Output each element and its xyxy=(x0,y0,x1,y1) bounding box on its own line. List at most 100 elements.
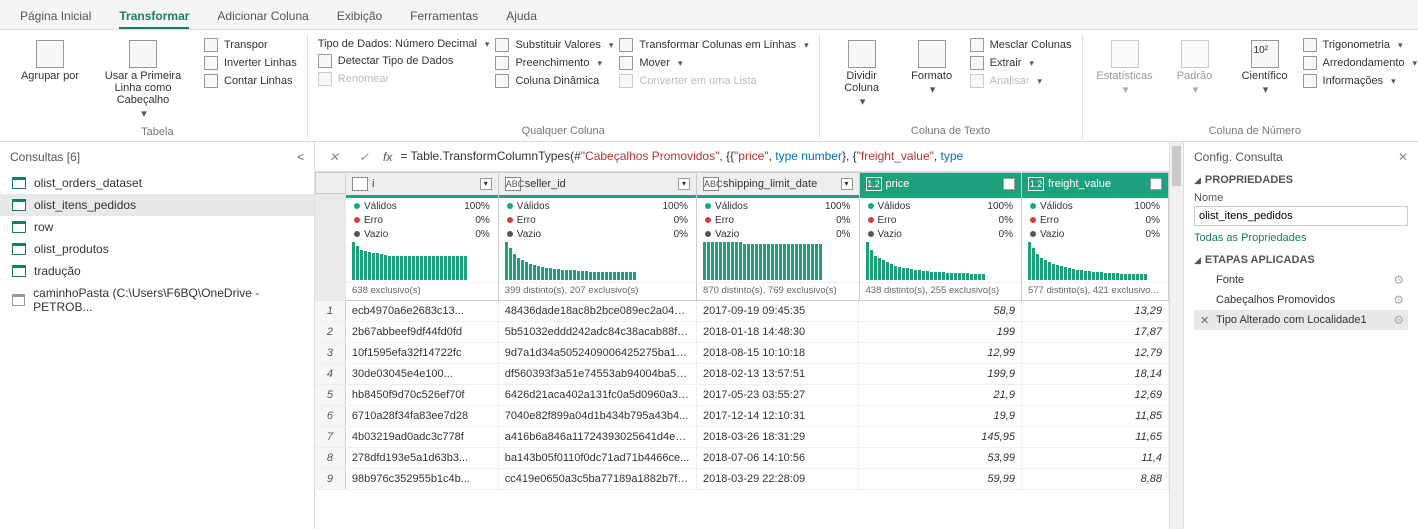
all-properties-link[interactable]: Todas as Propriedades xyxy=(1194,232,1408,244)
cell[interactable]: 4b03219ad0adc3c778f xyxy=(346,427,499,447)
table-row[interactable]: 998b976c352955b1c4b...cc419e0650a3c5ba77… xyxy=(315,469,1169,490)
cell[interactable]: cc419e0650a3c5ba77189a1882b7f5... xyxy=(499,469,697,489)
count-rows-button[interactable]: Contar Linhas xyxy=(204,74,297,88)
query-item[interactable]: olist_orders_dataset xyxy=(0,172,314,194)
cell[interactable]: 145,95 xyxy=(859,427,1022,447)
cell[interactable]: df560393f3a51e74553ab94004ba5c... xyxy=(499,364,697,384)
rounding-button[interactable]: Arredondamento▾ xyxy=(1303,56,1417,70)
merge-columns-button[interactable]: Mesclar Colunas xyxy=(970,38,1072,52)
extract-button[interactable]: Extrair▾ xyxy=(970,56,1072,70)
cancel-formula-icon[interactable]: ✕ xyxy=(323,150,345,164)
tab-transformar[interactable]: Transformar xyxy=(119,6,189,29)
tab-adicionar-coluna[interactable]: Adicionar Coluna xyxy=(217,6,308,29)
cell[interactable]: a416b6a846a11724393025641d4ed... xyxy=(499,427,697,447)
gear-icon[interactable]: ⚙ xyxy=(1393,293,1404,307)
tab-exibição[interactable]: Exibição xyxy=(337,6,382,29)
transpose-button[interactable]: Transpor xyxy=(204,38,297,52)
tab-página-inicial[interactable]: Página Inicial xyxy=(20,6,91,29)
row-number-header[interactable] xyxy=(315,172,346,194)
cell[interactable]: 2017-12-14 12:10:31 xyxy=(697,406,860,426)
filter-icon[interactable]: ▾ xyxy=(1003,178,1015,190)
cell[interactable]: 2018-07-06 14:10:56 xyxy=(697,448,860,468)
cell[interactable]: 11,85 xyxy=(1022,406,1169,426)
unpivot-button[interactable]: Transformar Colunas em Linhas▾ xyxy=(619,38,808,52)
table-row[interactable]: 430de03045e4e100...df560393f3a51e74553ab… xyxy=(315,364,1169,385)
scientific-button[interactable]: 10²Científico▾ xyxy=(1233,36,1297,100)
table-row[interactable]: 74b03219ad0adc3c778fa416b6a846a117243930… xyxy=(315,427,1169,448)
cell[interactable]: ba143b05f0110f0dc71ad71b4466ce... xyxy=(499,448,697,468)
cell[interactable]: 2018-03-29 22:28:09 xyxy=(697,469,860,489)
cell[interactable]: 9d7a1d34a5052409006425275ba1c... xyxy=(499,343,697,363)
cell[interactable]: 199,9 xyxy=(859,364,1022,384)
applied-step[interactable]: ✕Tipo Alterado com Localidade1⚙ xyxy=(1194,310,1408,330)
cell[interactable]: 98b976c352955b1c4b... xyxy=(346,469,499,489)
column-header[interactable]: ABCshipping_limit_date▾ xyxy=(697,173,858,195)
filter-icon[interactable]: ▾ xyxy=(480,178,492,190)
delete-step-icon[interactable]: ✕ xyxy=(1200,314,1209,327)
cell[interactable]: hb8450f9d70c526ef70f xyxy=(346,385,499,405)
table-row[interactable]: 8278dfd193e5a1d63b3...ba143b05f0110f0dc7… xyxy=(315,448,1169,469)
gear-icon[interactable]: ⚙ xyxy=(1393,273,1404,287)
tab-ajuda[interactable]: Ajuda xyxy=(506,6,537,29)
cell[interactable]: 2018-03-26 18:31:29 xyxy=(697,427,860,447)
column-header[interactable]: 1.2freight_value▾ xyxy=(1022,173,1168,195)
query-item[interactable]: olist_itens_pedidos xyxy=(0,194,314,216)
cell[interactable]: 10f1595efa32f14722fc xyxy=(346,343,499,363)
cell[interactable]: 48436dade18ac8b2bce089ec2a0412... xyxy=(499,301,697,321)
filter-icon[interactable]: ▾ xyxy=(678,178,690,190)
format-button[interactable]: Formato▾ xyxy=(900,36,964,100)
table-row[interactable]: 22b67abbeef9df44fd0fd5b51032eddd242adc84… xyxy=(315,322,1169,343)
use-first-row-headers-button[interactable]: Usar a Primeira Linha como Cabeçalho▾ xyxy=(88,36,198,124)
cell[interactable]: 2018-08-15 10:10:18 xyxy=(697,343,860,363)
cell[interactable]: 278dfd193e5a1d63b3... xyxy=(346,448,499,468)
column-header[interactable]: ABCseller_id▾ xyxy=(499,173,696,195)
group-by-button[interactable]: Agrupar por xyxy=(18,36,82,86)
tab-ferramentas[interactable]: Ferramentas xyxy=(410,6,478,29)
query-item[interactable]: tradução xyxy=(0,260,314,282)
cell[interactable]: 5b51032eddd242adc84c38acab88f2... xyxy=(499,322,697,342)
cell[interactable]: 199 xyxy=(859,322,1022,342)
replace-values-button[interactable]: Substituir Valores▾ xyxy=(495,38,613,52)
type-icon[interactable] xyxy=(352,177,368,191)
cell[interactable]: 2017-05-23 03:55:27 xyxy=(697,385,860,405)
cell[interactable]: 11,65 xyxy=(1022,427,1169,447)
type-icon[interactable]: ABC xyxy=(703,177,719,191)
gear-icon[interactable]: ⚙ xyxy=(1393,313,1404,327)
trig-button[interactable]: Trigonometria▾ xyxy=(1303,38,1417,52)
move-button[interactable]: Mover▾ xyxy=(619,56,808,70)
cell[interactable]: 7040e82f899a04d1b434b795a43b4... xyxy=(499,406,697,426)
pivot-column-button[interactable]: Coluna Dinâmica xyxy=(495,74,613,88)
cell[interactable]: 6710a28f34fa83ee7d28 xyxy=(346,406,499,426)
info-button[interactable]: Informações▾ xyxy=(1303,74,1417,88)
confirm-formula-icon[interactable]: ✓ xyxy=(353,150,375,164)
cell[interactable]: 30de03045e4e100... xyxy=(346,364,499,384)
cell[interactable]: 19,9 xyxy=(859,406,1022,426)
cell[interactable]: 17,87 xyxy=(1022,322,1169,342)
column-header[interactable]: i▾ xyxy=(346,173,498,195)
table-row[interactable]: 1ecb4970a6e2683c13...48436dade18ac8b2bce… xyxy=(315,301,1169,322)
detect-type-button[interactable]: Detectar Tipo de Dados xyxy=(318,54,490,68)
reverse-rows-button[interactable]: Inverter Linhas xyxy=(204,56,297,70)
cell[interactable]: 18,14 xyxy=(1022,364,1169,384)
cell[interactable]: 13,29 xyxy=(1022,301,1169,321)
cell[interactable]: 21,9 xyxy=(859,385,1022,405)
fx-icon[interactable]: fx xyxy=(383,150,392,164)
query-name-input[interactable] xyxy=(1194,206,1408,226)
filter-icon[interactable]: ▾ xyxy=(841,178,853,190)
query-item[interactable]: caminhoPasta (C:\Users\F6BQ\OneDrive - P… xyxy=(0,282,314,318)
collapse-queries-icon[interactable]: < xyxy=(297,150,304,164)
table-row[interactable]: 66710a28f34fa83ee7d287040e82f899a04d1b43… xyxy=(315,406,1169,427)
cell[interactable]: 2018-01-18 14:48:30 xyxy=(697,322,860,342)
cell[interactable]: 12,69 xyxy=(1022,385,1169,405)
formula-text[interactable]: = Table.TransformColumnTypes(#"Cabeçalho… xyxy=(400,149,963,164)
cell[interactable]: 12,99 xyxy=(859,343,1022,363)
split-column-button[interactable]: Dividir Coluna▾ xyxy=(830,36,894,112)
cell[interactable]: 12,79 xyxy=(1022,343,1169,363)
data-type-button[interactable]: Tipo de Dados: Número Decimal▾ xyxy=(318,38,490,50)
cell[interactable]: 6426d21aca402a131fc0a5d0960a3c90 xyxy=(499,385,697,405)
cell[interactable]: 2018-02-13 13:57:51 xyxy=(697,364,860,384)
cell[interactable]: 11,4 xyxy=(1022,448,1169,468)
vertical-scrollbar[interactable] xyxy=(1169,142,1183,529)
applied-step[interactable]: Cabeçalhos Promovidos⚙ xyxy=(1194,290,1408,310)
cell[interactable]: 8,88 xyxy=(1022,469,1169,489)
